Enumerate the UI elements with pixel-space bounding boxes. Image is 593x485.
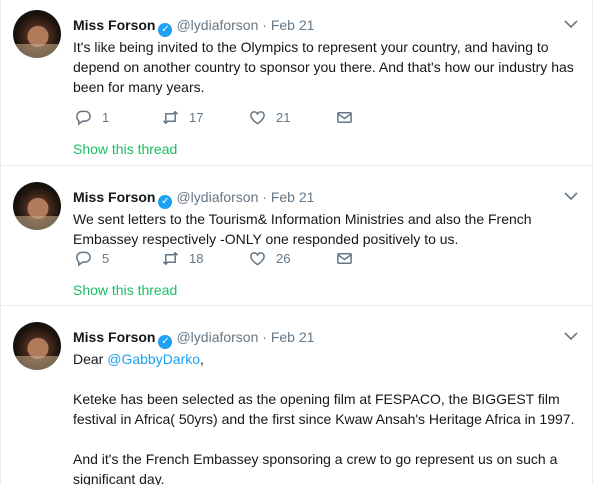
tweet[interactable]: Miss Forson ✓ @lydiaforson · Feb 21 It's l… — [1, 0, 592, 166]
tweet-paragraph: We sent letters to the Tourism& Informat… — [73, 211, 532, 247]
tweet-text: It's like being invited to the Olympics … — [73, 37, 583, 97]
tweet-actions: 1 17 21 — [75, 109, 393, 126]
tweet-text: Dear @GabbyDarko, Keteke has been select… — [73, 349, 583, 485]
tweet-header: Miss Forson ✓ @lydiaforson · Feb 21 — [73, 328, 314, 349]
reply-count: 5 — [102, 251, 110, 266]
greeting-suffix: , — [200, 351, 204, 367]
direct-message-button[interactable] — [336, 250, 353, 267]
chevron-down-icon[interactable] — [564, 188, 578, 204]
reply-icon — [76, 110, 91, 126]
mention-link[interactable]: @GabbyDarko — [107, 351, 200, 367]
reply-icon — [76, 251, 91, 267]
like-button[interactable]: 26 — [249, 250, 296, 267]
retweet-count: 18 — [189, 251, 204, 266]
like-button[interactable]: 21 — [249, 109, 296, 126]
verified-badge-icon: ✓ — [158, 195, 173, 209]
show-thread-link[interactable]: Show this thread — [73, 282, 177, 298]
like-count: 26 — [276, 251, 291, 266]
retweet-count: 17 — [189, 110, 204, 125]
chevron-down-icon[interactable] — [564, 16, 578, 32]
tweet-date[interactable]: Feb 21 — [271, 17, 315, 33]
tweet-actions: 5 18 26 — [75, 250, 393, 267]
display-name[interactable]: Miss Forson — [73, 189, 155, 205]
heart-icon — [250, 252, 265, 266]
timeline: Miss Forson ✓ @lydiaforson · Feb 21 It's l… — [0, 0, 593, 485]
display-name[interactable]: Miss Forson — [73, 329, 155, 345]
tweet-paragraph: It's like being invited to the Olympics … — [73, 39, 574, 95]
display-name[interactable]: Miss Forson — [73, 17, 155, 33]
avatar[interactable] — [13, 322, 61, 370]
envelope-icon — [337, 112, 352, 123]
tweet-date[interactable]: Feb 21 — [271, 189, 315, 205]
chevron-down-icon[interactable] — [564, 328, 578, 344]
reply-count: 1 — [102, 110, 110, 125]
tweet-date[interactable]: Feb 21 — [271, 329, 315, 345]
tweet-text: We sent letters to the Tourism& Informat… — [73, 209, 583, 249]
show-thread-link[interactable]: Show this thread — [73, 141, 177, 157]
verified-badge-icon: ✓ — [158, 335, 173, 349]
reply-button[interactable]: 1 — [75, 109, 122, 126]
retweet-button[interactable]: 18 — [162, 250, 209, 267]
avatar[interactable] — [13, 182, 61, 230]
like-count: 21 — [276, 110, 291, 125]
direct-message-button[interactable] — [336, 109, 353, 126]
separator: · — [262, 329, 267, 345]
tweet-paragraph: And it's the French Embassey sponsoring … — [73, 451, 558, 485]
greeting-prefix: Dear — [73, 351, 108, 367]
tweet-header: Miss Forson ✓ @lydiaforson · Feb 21 — [73, 188, 314, 209]
retweet-icon — [162, 251, 179, 266]
user-handle[interactable]: @lydiaforson — [176, 329, 258, 345]
avatar[interactable] — [13, 10, 61, 58]
tweet-paragraph: Keteke has been selected as the opening … — [73, 391, 575, 427]
heart-icon — [250, 111, 265, 125]
separator: · — [262, 17, 267, 33]
tweet[interactable]: Miss Forson ✓ @lydiaforson · Feb 21 We sen… — [1, 166, 592, 306]
user-handle[interactable]: @lydiaforson — [176, 17, 258, 33]
tweet-header: Miss Forson ✓ @lydiaforson · Feb 21 — [73, 16, 314, 37]
verified-badge-icon: ✓ — [158, 23, 173, 37]
retweet-button[interactable]: 17 — [162, 109, 209, 126]
separator: · — [262, 189, 267, 205]
tweet-greeting: Dear @GabbyDarko, — [73, 349, 583, 369]
user-handle[interactable]: @lydiaforson — [176, 189, 258, 205]
envelope-icon — [337, 253, 352, 264]
reply-button[interactable]: 5 — [75, 250, 122, 267]
retweet-icon — [162, 110, 179, 125]
tweet[interactable]: Miss Forson ✓ @lydiaforson · Feb 21 Dear @… — [1, 306, 592, 485]
